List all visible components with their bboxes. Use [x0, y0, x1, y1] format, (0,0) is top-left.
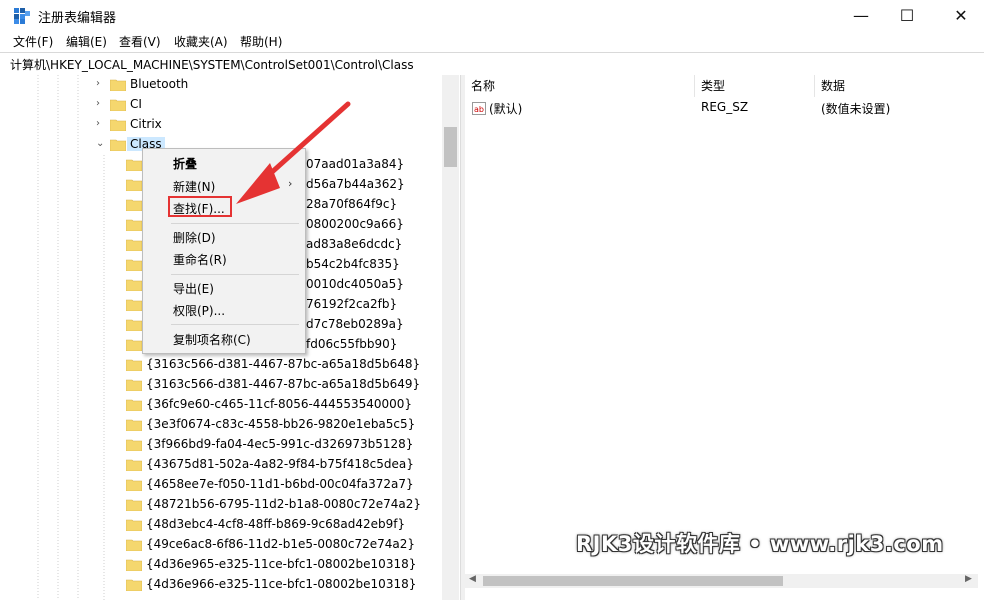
scrollbar-thumb[interactable]	[483, 576, 783, 586]
folder-icon	[126, 499, 142, 511]
folder-icon	[126, 219, 142, 231]
values-pane[interactable]: 名称 类型 数据 ab (默认) REG_SZ (数值未设置) ◀ ▶	[465, 75, 984, 600]
folder-icon	[110, 119, 126, 131]
maximize-button[interactable]: ☐	[884, 0, 930, 31]
tree-node-label[interactable]: fd06c55fbb90}	[306, 337, 397, 351]
folder-icon	[126, 559, 142, 571]
tree-node-label[interactable]: {3163c566-d381-4467-87bc-a65a18d5b648}	[146, 357, 420, 371]
folder-icon	[126, 519, 142, 531]
tree-node-label[interactable]: {43675d81-502a-4a82-9f84-b75f418c5dea}	[146, 457, 414, 471]
folder-icon	[126, 339, 142, 351]
tree-node-label[interactable]: {48721b56-6795-11d2-b1a8-0080c72e74a2}	[146, 497, 421, 511]
expand-arrow-icon[interactable]: ›	[96, 78, 100, 89]
tree-node-label[interactable]: d7c78eb0289a}	[306, 317, 404, 331]
tree-guide-lines	[37, 75, 105, 600]
tree-node-label[interactable]: CI	[130, 97, 142, 111]
annotation-highlight-box	[168, 196, 232, 217]
registry-editor-icon	[14, 8, 30, 24]
tree-node-label[interactable]: d56a7b44a362}	[306, 177, 405, 191]
menu-item-collapse[interactable]: 折叠	[173, 155, 197, 172]
expand-arrow-icon[interactable]: ›	[96, 118, 100, 129]
menu-item-export[interactable]: 导出(E)	[173, 280, 214, 297]
window-title: 注册表编辑器	[38, 11, 117, 26]
column-header-data[interactable]: 数据	[815, 75, 978, 97]
tree-node-label[interactable]: b54c2b4fc835}	[306, 257, 400, 271]
tree-node-label[interactable]: Citrix	[130, 117, 162, 131]
folder-icon	[126, 319, 142, 331]
folder-icon	[126, 279, 142, 291]
value-data[interactable]: (数值未设置)	[821, 100, 890, 117]
collapse-arrow-icon[interactable]: ⌄	[96, 138, 104, 149]
menu-item-permissions[interactable]: 权限(P)...	[173, 302, 225, 319]
tree-node-label[interactable]: {4658ee7e-f050-11d1-b6bd-00c04fa372a7}	[146, 477, 414, 491]
folder-icon	[110, 79, 126, 91]
tree-node-label[interactable]: ad83a8e6dcdc}	[306, 237, 402, 251]
menu-separator	[171, 223, 299, 224]
folder-icon	[126, 359, 142, 371]
folder-icon	[126, 479, 142, 491]
menu-separator	[171, 324, 299, 325]
tree-vertical-scrollbar[interactable]	[442, 75, 459, 600]
column-header-name[interactable]: 名称	[465, 75, 695, 97]
expand-arrow-icon[interactable]: ›	[96, 98, 100, 109]
menu-help[interactable]: 帮助(H)	[240, 33, 282, 50]
string-value-icon: ab	[472, 102, 486, 115]
menu-file[interactable]: 文件(F)	[13, 33, 53, 50]
tree-node-label[interactable]: {3f966bd9-fa04-4ec5-991c-d326973b5128}	[146, 437, 413, 451]
folder-icon	[126, 419, 142, 431]
tree-node-label[interactable]: 0010dc4050a5}	[306, 277, 404, 291]
scroll-right-icon[interactable]: ▶	[965, 574, 972, 584]
folder-icon	[126, 259, 142, 271]
tree-node-label[interactable]: 28a70f864f9c}	[306, 197, 397, 211]
folder-icon	[126, 299, 142, 311]
menu-edit[interactable]: 编辑(E)	[66, 33, 107, 50]
menu-bar: 文件(F) 编辑(E) 查看(V) 收藏夹(A) 帮助(H)	[0, 31, 984, 51]
values-horizontal-scrollbar[interactable]: ◀ ▶	[465, 574, 978, 588]
menu-item-copy-key-name[interactable]: 复制项名称(C)	[173, 331, 251, 348]
folder-icon	[126, 159, 142, 171]
folder-icon	[126, 399, 142, 411]
folder-icon	[126, 579, 142, 591]
menu-item-new[interactable]: 新建(N)	[173, 178, 215, 195]
scrollbar-thumb[interactable]	[444, 127, 457, 167]
menu-item-rename[interactable]: 重命名(R)	[173, 251, 227, 268]
tree-node-label[interactable]: {3163c566-d381-4467-87bc-a65a18d5b649}	[146, 377, 420, 391]
folder-open-icon	[110, 139, 126, 151]
menu-favorites[interactable]: 收藏夹(A)	[174, 33, 228, 50]
folder-icon	[126, 459, 142, 471]
tree-node-label[interactable]: 0800200c9a66}	[306, 217, 404, 231]
watermark-text: RJK3设计软件库 • www.rjk3.com	[576, 532, 944, 556]
tree-node-label[interactable]: {3e3f0674-c83c-4558-bb26-9820e1eba5c5}	[146, 417, 415, 431]
tree-node-label[interactable]: Bluetooth	[130, 77, 188, 91]
address-bar[interactable]: 计算机\HKEY_LOCAL_MACHINE\SYSTEM\ControlSet…	[0, 52, 984, 76]
menu-item-delete[interactable]: 删除(D)	[173, 229, 216, 246]
tree-node-label[interactable]: {48d3ebc4-4cf8-48ff-b869-9c68ad42eb9f}	[146, 517, 405, 531]
column-header-type[interactable]: 类型	[695, 75, 815, 97]
context-menu: 折叠 新建(N) › 查找(F)... 删除(D) 重命名(R) 导出(E) 权…	[142, 148, 306, 354]
value-type[interactable]: REG_SZ	[701, 100, 748, 114]
address-path[interactable]: 计算机\HKEY_LOCAL_MACHINE\SYSTEM\ControlSet…	[10, 56, 414, 73]
tree-node-label[interactable]: {49ce6ac8-6f86-11d2-b1e5-0080c72e74a2}	[146, 537, 415, 551]
folder-icon	[126, 379, 142, 391]
folder-icon	[126, 239, 142, 251]
value-name[interactable]: (默认)	[489, 100, 522, 117]
scroll-left-icon[interactable]: ◀	[469, 574, 476, 584]
folder-icon	[110, 99, 126, 111]
minimize-button[interactable]: —	[838, 0, 884, 31]
title-bar: 注册表编辑器 — ☐ ✕	[0, 0, 984, 31]
folder-icon	[126, 439, 142, 451]
menu-separator	[171, 274, 299, 275]
tree-node-label[interactable]: {4d36e966-e325-11ce-bfc1-08002be10318}	[146, 577, 416, 591]
menu-view[interactable]: 查看(V)	[119, 33, 161, 50]
tree-node-label[interactable]: 76192f2ca2fb}	[306, 297, 397, 311]
close-button[interactable]: ✕	[938, 0, 984, 31]
folder-icon	[126, 539, 142, 551]
tree-node-label[interactable]: 07aad01a3a84}	[306, 157, 404, 171]
submenu-arrow-icon: ›	[288, 177, 293, 190]
tree-node-label[interactable]: {36fc9e60-c465-11cf-8056-444553540000}	[146, 397, 412, 411]
tree-node-label[interactable]: {4d36e965-e325-11ce-bfc1-08002be10318}	[146, 557, 416, 571]
folder-icon	[126, 179, 142, 191]
folder-icon	[126, 199, 142, 211]
